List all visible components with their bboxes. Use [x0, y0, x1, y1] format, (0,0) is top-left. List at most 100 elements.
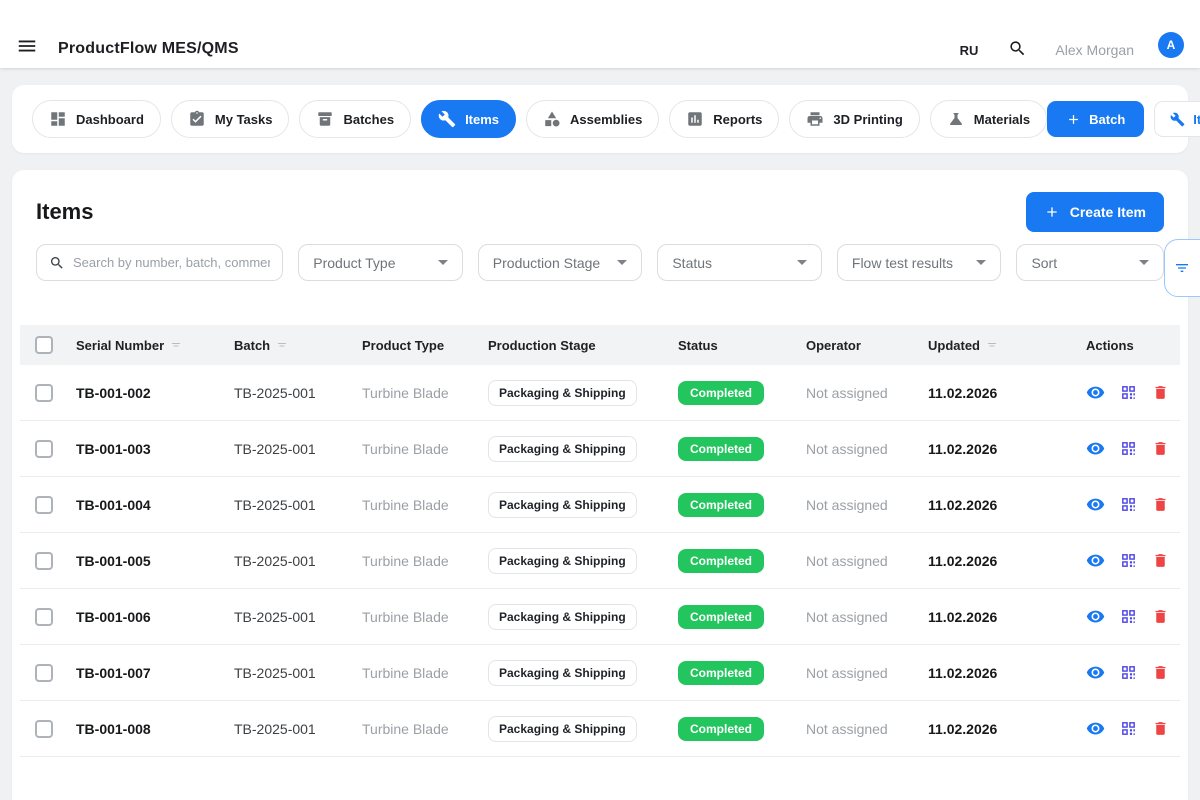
row-checkbox[interactable]: [35, 440, 53, 458]
view-item-button[interactable]: [1086, 551, 1105, 570]
tab-assemblies[interactable]: Assemblies: [526, 100, 659, 138]
delete-item-button[interactable]: [1152, 440, 1169, 457]
row-checkbox[interactable]: [35, 720, 53, 738]
row-checkbox[interactable]: [35, 552, 53, 570]
table-row: TB-001-006 TB-2025-001 Turbine Blade Pac…: [20, 589, 1180, 645]
create-item-quick-button[interactable]: Item: [1154, 101, 1200, 137]
tab-dashboard[interactable]: Dashboard: [32, 100, 161, 138]
column-header-updated[interactable]: Updated: [920, 338, 1078, 353]
tab-batches[interactable]: Batches: [299, 100, 411, 138]
tab-label: 3D Printing: [833, 112, 902, 127]
chevron-down-icon: [438, 260, 448, 265]
status-badge: Completed: [678, 437, 764, 461]
item-qr-code-button[interactable]: [1120, 664, 1137, 681]
item-qr-code-button[interactable]: [1120, 552, 1137, 569]
row-checkbox[interactable]: [35, 496, 53, 514]
wrench-icon: [438, 110, 456, 128]
production-stage-filter[interactable]: Production Stage: [478, 244, 643, 281]
serial-number-cell: TB-001-007: [68, 665, 226, 681]
chevron-down-icon: [797, 260, 807, 265]
product-type-cell: Turbine Blade: [354, 497, 480, 513]
table-row: TB-001-003 TB-2025-001 Turbine Blade Pac…: [20, 421, 1180, 477]
column-header-serial-number[interactable]: Serial Number: [68, 338, 226, 353]
view-item-button[interactable]: [1086, 383, 1105, 402]
sort-dropdown[interactable]: Sort: [1016, 244, 1164, 281]
column-label: Serial Number: [76, 338, 164, 353]
tab-reports[interactable]: Reports: [669, 100, 779, 138]
tab-items[interactable]: Items: [421, 100, 516, 138]
item-qr-code-button[interactable]: [1120, 608, 1137, 625]
column-label: Batch: [234, 338, 270, 353]
item-qr-code-button[interactable]: [1120, 440, 1137, 457]
column-label: Updated: [928, 338, 980, 353]
search-input[interactable]: [73, 255, 270, 270]
item-qr-code-button[interactable]: [1120, 720, 1137, 737]
row-checkbox[interactable]: [35, 608, 53, 626]
status-filter[interactable]: Status: [657, 244, 822, 281]
row-checkbox[interactable]: [35, 664, 53, 682]
product-type-filter[interactable]: Product Type: [298, 244, 463, 281]
operator-cell: Not assigned: [798, 385, 920, 401]
production-stage-badge: Packaging & Shipping: [488, 660, 637, 686]
updated-cell: 11.02.2026: [920, 497, 1078, 513]
view-item-button[interactable]: [1086, 439, 1105, 458]
column-header-batch[interactable]: Batch: [226, 338, 354, 353]
tab-3d-printing[interactable]: 3D Printing: [789, 100, 919, 138]
select-all-checkbox[interactable]: [35, 336, 53, 354]
serial-number-cell: TB-001-002: [68, 385, 226, 401]
nav-tabs: Dashboard My Tasks Batches Items Assembl…: [32, 100, 1047, 138]
item-qr-code-button[interactable]: [1120, 384, 1137, 401]
table-row: TB-001-007 TB-2025-001 Turbine Blade Pac…: [20, 645, 1180, 701]
tab-materials[interactable]: Materials: [930, 100, 1047, 138]
tab-my-tasks[interactable]: My Tasks: [171, 100, 290, 138]
reports-icon: [686, 110, 704, 128]
items-page: Items Create Item Product Type Productio…: [12, 170, 1188, 800]
filters-bar: Product Type Production Stage Status Flo…: [36, 244, 1164, 281]
main-navigation: Dashboard My Tasks Batches Items Assembl…: [12, 85, 1188, 153]
tab-label: Materials: [974, 112, 1030, 127]
chevron-down-icon: [617, 260, 627, 265]
table-row: TB-001-002 TB-2025-001 Turbine Blade Pac…: [20, 365, 1180, 421]
serial-number-cell: TB-001-005: [68, 553, 226, 569]
view-item-button[interactable]: [1086, 495, 1105, 514]
batch-cell: TB-2025-001: [226, 497, 354, 513]
advanced-filters-button[interactable]: [1164, 239, 1200, 297]
column-header-production-stage: Production Stage: [480, 338, 670, 353]
status-badge: Completed: [678, 549, 764, 573]
production-stage-badge: Packaging & Shipping: [488, 380, 637, 406]
quick-action-label: Batch: [1089, 112, 1125, 127]
production-stage-badge: Packaging & Shipping: [488, 548, 637, 574]
avatar[interactable]: A: [1158, 32, 1184, 58]
product-type-cell: Turbine Blade: [354, 609, 480, 625]
column-header-product-type: Product Type: [354, 338, 480, 353]
plus-icon: [1066, 112, 1081, 127]
view-item-button[interactable]: [1086, 663, 1105, 682]
delete-item-button[interactable]: [1152, 664, 1169, 681]
view-item-button[interactable]: [1086, 719, 1105, 738]
page-title: Items: [36, 199, 93, 225]
delete-item-button[interactable]: [1152, 720, 1169, 737]
operator-cell: Not assigned: [798, 497, 920, 513]
flask-icon: [947, 110, 965, 128]
batch-cell: TB-2025-001: [226, 665, 354, 681]
delete-item-button[interactable]: [1152, 552, 1169, 569]
flow-test-results-filter[interactable]: Flow test results: [837, 244, 1002, 281]
hamburger-menu-icon[interactable]: [14, 34, 40, 58]
delete-item-button[interactable]: [1152, 384, 1169, 401]
column-label: Status: [678, 338, 718, 353]
column-header-actions: Actions: [1078, 338, 1180, 353]
language-switcher[interactable]: RU: [960, 43, 979, 58]
user-name[interactable]: Alex Morgan: [1055, 42, 1134, 58]
status-badge: Completed: [678, 661, 764, 685]
create-batch-button[interactable]: Batch: [1047, 101, 1144, 137]
view-item-button[interactable]: [1086, 607, 1105, 626]
item-qr-code-button[interactable]: [1120, 496, 1137, 513]
search-icon[interactable]: [1008, 39, 1027, 58]
operator-cell: Not assigned: [798, 665, 920, 681]
create-item-button[interactable]: Create Item: [1026, 192, 1164, 232]
table-row: TB-001-008 TB-2025-001 Turbine Blade Pac…: [20, 701, 1180, 757]
column-label: Product Type: [362, 338, 444, 353]
delete-item-button[interactable]: [1152, 496, 1169, 513]
row-checkbox[interactable]: [35, 384, 53, 402]
delete-item-button[interactable]: [1152, 608, 1169, 625]
